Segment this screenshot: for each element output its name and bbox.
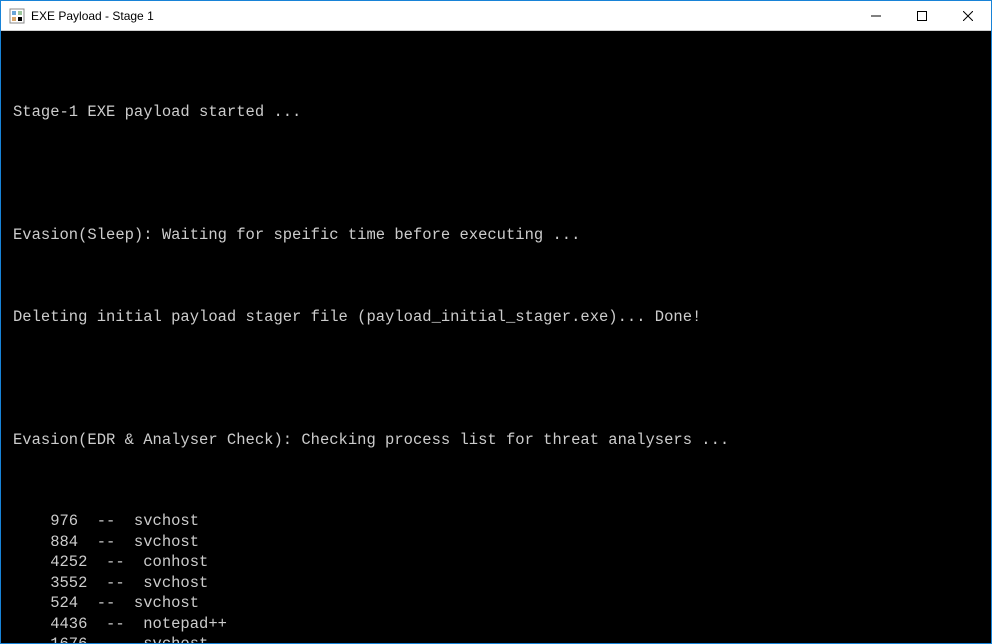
minimize-button[interactable] — [853, 1, 899, 30]
process-row: 4436 -- notepad++ — [13, 614, 979, 634]
console-line — [13, 266, 979, 286]
console-line: Evasion(EDR & Analyser Check): Checking … — [13, 430, 979, 450]
process-list: 976 -- svchost 884 -- svchost 4252 -- co… — [13, 511, 979, 643]
console-line — [13, 348, 979, 368]
process-row: 4252 -- conhost — [13, 552, 979, 572]
close-button[interactable] — [945, 1, 991, 30]
console-line — [13, 184, 979, 204]
console-line — [13, 61, 979, 81]
console-line — [13, 471, 979, 491]
console-line: Evasion(Sleep): Waiting for speific time… — [13, 225, 979, 245]
process-row: 1676 -- svchost — [13, 634, 979, 643]
console-output: Stage-1 EXE payload started ... Evasion(… — [1, 31, 991, 643]
console-line — [13, 143, 979, 163]
window-controls — [853, 1, 991, 30]
console-line — [13, 389, 979, 409]
process-row: 976 -- svchost — [13, 511, 979, 531]
window-title: EXE Payload - Stage 1 — [31, 9, 853, 23]
process-row: 884 -- svchost — [13, 532, 979, 552]
app-window: EXE Payload - Stage 1 Stage-1 EXE payloa… — [0, 0, 992, 644]
process-row: 524 -- svchost — [13, 593, 979, 613]
app-icon — [9, 8, 25, 24]
console-line: Stage-1 EXE payload started ... — [13, 102, 979, 122]
console-line: Deleting initial payload stager file (pa… — [13, 307, 979, 327]
maximize-button[interactable] — [899, 1, 945, 30]
titlebar[interactable]: EXE Payload - Stage 1 — [1, 1, 991, 31]
process-row: 3552 -- svchost — [13, 573, 979, 593]
